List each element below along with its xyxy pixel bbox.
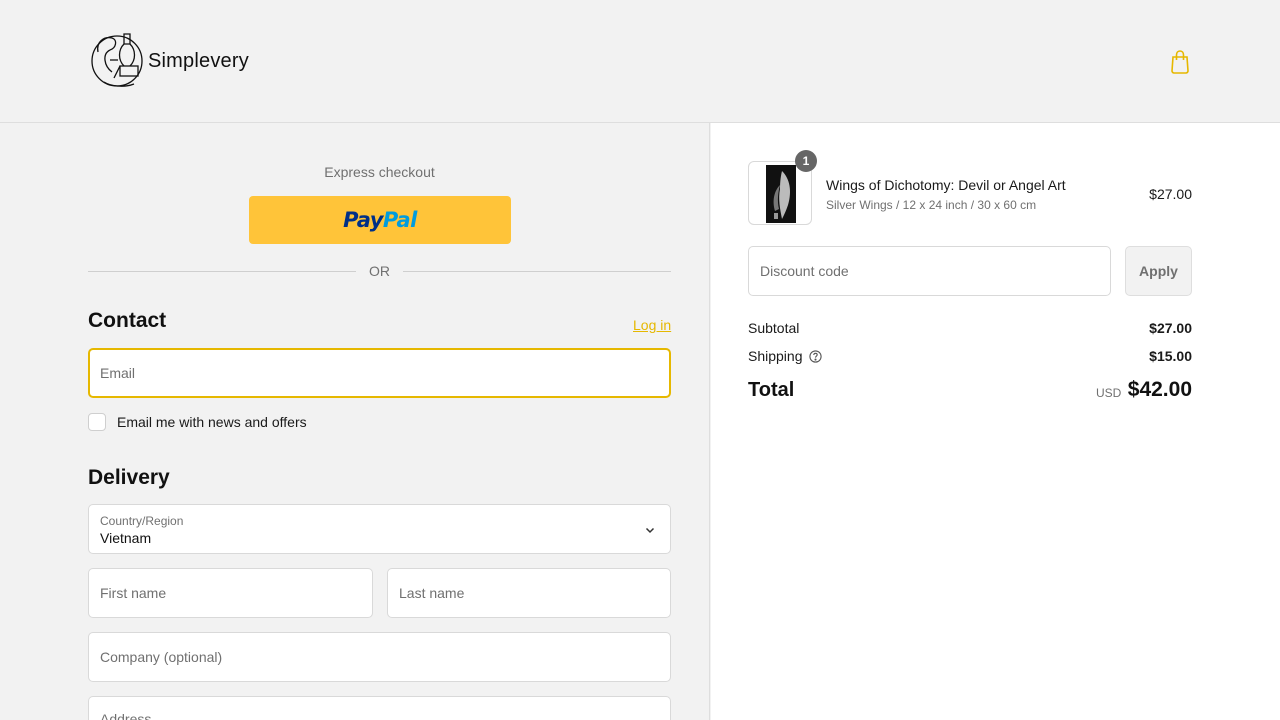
- subtotal-value: $27.00: [1149, 320, 1192, 336]
- brand-name: Simplevery: [148, 49, 249, 72]
- first-name-field[interactable]: [88, 568, 373, 618]
- shipping-value: $15.00: [1149, 348, 1192, 364]
- login-link[interactable]: Log in: [633, 317, 671, 333]
- last-name-input[interactable]: [399, 585, 670, 601]
- help-circle-icon[interactable]: [808, 350, 822, 363]
- brand-logo[interactable]: Simplevery: [90, 30, 249, 92]
- shopping-bag-icon[interactable]: [1169, 50, 1191, 74]
- apply-discount-button[interactable]: Apply: [1125, 246, 1192, 296]
- paypal-logo: PayPal: [343, 208, 417, 232]
- subtotal-label: Subtotal: [748, 320, 800, 336]
- newsletter-option[interactable]: Email me with news and offers: [88, 413, 307, 431]
- checkout-form-column: Express checkout PayPal OR Contact Log i…: [0, 123, 710, 720]
- paypal-button[interactable]: PayPal: [249, 196, 511, 244]
- newsletter-label: Email me with news and offers: [117, 414, 307, 430]
- product-title: Wings of Dichotomy: Devil or Angel Art: [826, 177, 1066, 193]
- email-input[interactable]: [100, 365, 669, 381]
- discount-input[interactable]: [760, 263, 1110, 279]
- email-field[interactable]: [88, 348, 671, 398]
- delivery-heading: Delivery: [88, 466, 170, 489]
- first-name-input[interactable]: [100, 585, 372, 601]
- or-divider: OR: [88, 263, 671, 281]
- total-label: Total: [748, 379, 795, 401]
- country-label: Country/Region: [100, 514, 184, 528]
- express-checkout-label: Express checkout: [324, 164, 435, 180]
- subtotal-row: Subtotal $27.00: [748, 320, 1192, 336]
- quantity-badge: 1: [795, 150, 817, 172]
- site-header: Simplevery: [0, 0, 1280, 123]
- shipping-row: Shipping $15.00: [748, 348, 1192, 364]
- total-value: $42.00: [1127, 378, 1192, 401]
- company-input[interactable]: [100, 649, 670, 665]
- order-summary: 1 Wings of Dichotomy: Devil or Angel Art…: [711, 123, 1280, 720]
- logo-mark-icon: [91, 33, 143, 87]
- wings-artwork-icon: [766, 165, 796, 223]
- discount-field[interactable]: [748, 246, 1111, 296]
- product-image: [766, 165, 796, 223]
- newsletter-checkbox[interactable]: [88, 413, 106, 431]
- last-name-field[interactable]: [387, 568, 671, 618]
- country-select[interactable]: Country/Region Vietnam: [88, 504, 671, 554]
- company-field[interactable]: [88, 632, 671, 682]
- address-field[interactable]: [88, 696, 671, 720]
- product-price: $27.00: [1149, 186, 1192, 202]
- shipping-label: Shipping: [748, 348, 803, 364]
- total-currency: USD: [1096, 386, 1122, 400]
- contact-heading: Contact: [88, 309, 167, 332]
- chevron-down-icon: [645, 527, 655, 534]
- country-value: Vietnam: [100, 530, 152, 546]
- address-input[interactable]: [100, 711, 670, 720]
- product-variant: Silver Wings / 12 x 24 inch / 30 x 60 cm: [826, 198, 1037, 212]
